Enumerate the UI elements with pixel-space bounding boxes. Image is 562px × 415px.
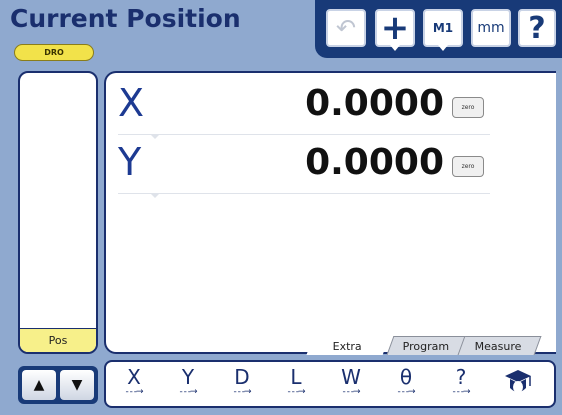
dro-mode-badge[interactable]: DRO: [14, 44, 94, 61]
axis-value-x: 0.0000: [305, 83, 444, 124]
row-divider-notch: [150, 193, 160, 198]
m1-button[interactable]: M1: [423, 9, 463, 51]
measure-distance-icon: D: [234, 365, 250, 389]
axis-value-y: 0.0000: [305, 142, 444, 183]
feature-list-panel[interactable]: Pos: [18, 71, 98, 354]
arrow-dots-icon: - - -→: [125, 387, 143, 397]
arrow-dots-icon: - - -→: [452, 387, 470, 397]
bottom-bar: ▲ ▼ X - - -→ Y - - -→ D - - -→ L - - -→ …: [0, 360, 562, 415]
measure-unknown-icon: ?: [455, 365, 467, 389]
page-title: Current Position: [10, 4, 241, 33]
arrow-up-icon: ▲: [33, 377, 45, 393]
zero-y-button[interactable]: zero: [452, 156, 484, 177]
tab-measure[interactable]: Measure: [454, 336, 542, 355]
measure-angle-button[interactable]: θ - - -→: [386, 366, 426, 404]
dropdown-notch: [438, 45, 448, 51]
help-icon: ?: [528, 10, 546, 46]
axis-row-x: X 0.0000 zero: [118, 77, 490, 139]
measure-y-icon: Y: [181, 365, 195, 389]
measure-y-button[interactable]: Y - - -→: [168, 366, 208, 404]
top-toolbar: ↶ + M1 mm ?: [315, 0, 562, 58]
tab-program[interactable]: Program: [386, 336, 466, 355]
plus-icon: +: [380, 8, 410, 48]
measure-angle-icon: θ: [399, 365, 413, 389]
measure-x-button[interactable]: X - - -→: [114, 366, 154, 404]
units-label: mm: [477, 20, 505, 36]
arrow-dots-icon: - - -→: [342, 387, 360, 397]
measure-width-button[interactable]: W - - -→: [331, 366, 371, 404]
axis-label-y: Y: [118, 140, 142, 184]
axis-row-y: Y 0.0000 zero: [118, 136, 490, 198]
measure-length-button[interactable]: L - - -→: [276, 366, 316, 404]
arrow-dots-icon: - - -→: [233, 387, 251, 397]
zero-x-button[interactable]: zero: [452, 97, 484, 118]
axis-label-x: X: [118, 81, 145, 125]
arrow-down-icon: ▼: [71, 377, 83, 393]
units-button[interactable]: mm: [471, 9, 511, 47]
scroll-down-button[interactable]: ▼: [60, 370, 94, 400]
measure-unknown-button[interactable]: ? - - -→: [441, 366, 481, 404]
measure-x-icon: X: [127, 365, 141, 389]
arrow-dots-icon: - - -→: [287, 387, 305, 397]
arrow-dots-icon: - - -→: [179, 387, 197, 397]
pos-label[interactable]: Pos: [20, 328, 96, 352]
arrow-dots-icon: - - -→: [397, 387, 415, 397]
teach-button[interactable]: [498, 366, 538, 404]
undo-icon: ↶: [335, 14, 357, 42]
scroll-up-button[interactable]: ▲: [22, 370, 56, 400]
dro-display-panel: X 0.0000 zero Y 0.0000 zero: [104, 71, 556, 354]
help-button[interactable]: ?: [518, 9, 556, 47]
dropdown-notch: [390, 45, 400, 51]
measure-feature-bar: X - - -→ Y - - -→ D - - -→ L - - -→ W - …: [104, 360, 556, 408]
crosshair-button[interactable]: +: [375, 8, 415, 51]
m1-label: M1: [432, 21, 454, 35]
measure-width-icon: W: [341, 365, 361, 389]
scroll-buttons: ▲ ▼: [18, 366, 98, 404]
tab-extra[interactable]: Extra: [306, 336, 390, 355]
undo-button[interactable]: ↶: [326, 9, 366, 47]
measure-distance-button[interactable]: D - - -→: [222, 366, 262, 404]
teach-icon: [505, 370, 531, 393]
measure-length-icon: L: [290, 365, 302, 389]
